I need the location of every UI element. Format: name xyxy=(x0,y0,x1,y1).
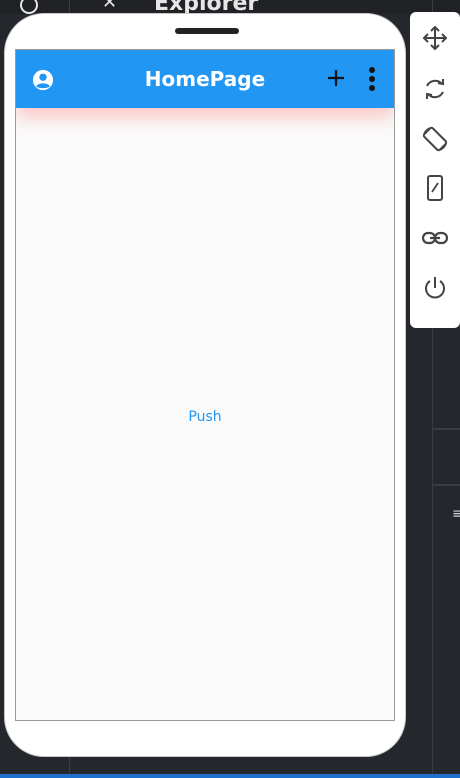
move-icon[interactable] xyxy=(421,24,449,52)
more-vertical-icon[interactable] xyxy=(360,66,384,92)
ide-divider xyxy=(433,484,460,486)
menu-icon[interactable]: ≡ xyxy=(452,506,460,522)
close-icon[interactable]: ✕ xyxy=(102,0,117,12)
device-toolbar xyxy=(410,12,460,328)
app-screen: HomePage Push xyxy=(15,49,395,721)
power-icon[interactable] xyxy=(421,274,449,302)
device-notch xyxy=(175,28,239,34)
ide-status-bar xyxy=(0,774,460,778)
device-frame: HomePage Push xyxy=(4,13,406,757)
app-bar: HomePage xyxy=(16,50,394,108)
ide-divider xyxy=(433,428,460,430)
screen-rotation-icon[interactable] xyxy=(421,125,449,153)
push-button[interactable]: Push xyxy=(176,405,234,429)
link-icon[interactable] xyxy=(421,224,449,252)
device-frame-icon[interactable] xyxy=(421,174,449,202)
plus-icon[interactable] xyxy=(324,66,348,90)
rotate-icon[interactable] xyxy=(421,75,449,103)
